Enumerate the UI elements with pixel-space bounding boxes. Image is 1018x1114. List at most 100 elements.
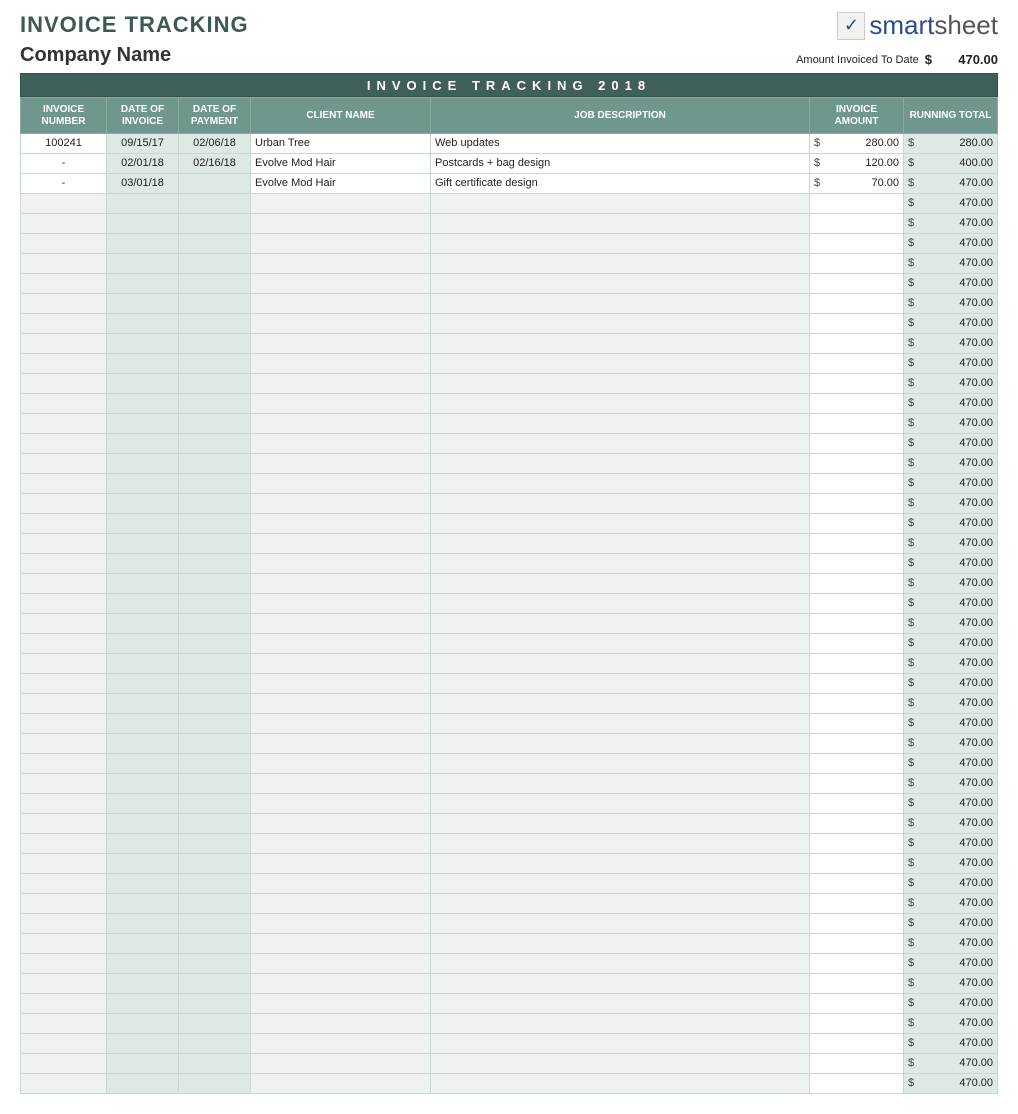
cell-invoice-amount[interactable] — [810, 274, 904, 294]
cell-invoice-number[interactable] — [21, 654, 107, 674]
cell-invoice-number[interactable] — [21, 494, 107, 514]
cell-date-payment[interactable] — [179, 1074, 251, 1094]
cell-invoice-amount[interactable] — [810, 1074, 904, 1094]
cell-invoice-number[interactable] — [21, 754, 107, 774]
cell-date-invoice[interactable] — [107, 474, 179, 494]
cell-date-invoice[interactable] — [107, 954, 179, 974]
cell-client-name[interactable] — [251, 774, 431, 794]
cell-client-name[interactable] — [251, 194, 431, 214]
cell-job-description[interactable] — [431, 594, 810, 614]
cell-date-payment[interactable] — [179, 894, 251, 914]
cell-invoice-number[interactable] — [21, 394, 107, 414]
cell-invoice-amount[interactable] — [810, 234, 904, 254]
cell-date-payment[interactable] — [179, 654, 251, 674]
cell-date-payment[interactable] — [179, 774, 251, 794]
cell-job-description[interactable] — [431, 854, 810, 874]
cell-date-payment[interactable] — [179, 574, 251, 594]
cell-date-payment[interactable] — [179, 434, 251, 454]
cell-date-payment[interactable] — [179, 294, 251, 314]
cell-invoice-amount[interactable] — [810, 854, 904, 874]
cell-invoice-amount[interactable] — [810, 834, 904, 854]
cell-date-invoice[interactable] — [107, 494, 179, 514]
cell-invoice-number[interactable] — [21, 974, 107, 994]
cell-job-description[interactable] — [431, 434, 810, 454]
cell-date-invoice[interactable] — [107, 674, 179, 694]
cell-invoice-amount[interactable]: $120.00 — [810, 154, 904, 174]
cell-job-description[interactable] — [431, 774, 810, 794]
cell-date-invoice[interactable] — [107, 514, 179, 534]
cell-date-payment[interactable] — [179, 954, 251, 974]
cell-invoice-number[interactable] — [21, 194, 107, 214]
cell-job-description[interactable] — [431, 534, 810, 554]
cell-client-name[interactable]: Evolve Mod Hair — [251, 154, 431, 174]
cell-job-description[interactable] — [431, 454, 810, 474]
cell-invoice-number[interactable] — [21, 354, 107, 374]
cell-invoice-number[interactable] — [21, 694, 107, 714]
cell-date-invoice[interactable] — [107, 634, 179, 654]
cell-job-description[interactable] — [431, 1054, 810, 1074]
cell-date-invoice[interactable] — [107, 254, 179, 274]
cell-client-name[interactable] — [251, 394, 431, 414]
cell-date-payment[interactable] — [179, 614, 251, 634]
cell-job-description[interactable] — [431, 734, 810, 754]
cell-client-name[interactable] — [251, 234, 431, 254]
cell-client-name[interactable] — [251, 634, 431, 654]
cell-date-invoice[interactable] — [107, 294, 179, 314]
cell-invoice-number[interactable] — [21, 414, 107, 434]
cell-client-name[interactable] — [251, 754, 431, 774]
cell-invoice-amount[interactable] — [810, 534, 904, 554]
cell-invoice-number[interactable] — [21, 534, 107, 554]
cell-client-name[interactable] — [251, 374, 431, 394]
cell-invoice-amount[interactable] — [810, 934, 904, 954]
cell-date-payment[interactable] — [179, 414, 251, 434]
cell-job-description[interactable] — [431, 474, 810, 494]
cell-invoice-number[interactable] — [21, 734, 107, 754]
cell-invoice-number[interactable] — [21, 834, 107, 854]
cell-invoice-amount[interactable] — [810, 654, 904, 674]
cell-invoice-amount[interactable] — [810, 1014, 904, 1034]
cell-invoice-amount[interactable] — [810, 974, 904, 994]
cell-date-payment[interactable] — [179, 354, 251, 374]
cell-invoice-number[interactable] — [21, 614, 107, 634]
cell-invoice-amount[interactable] — [810, 294, 904, 314]
cell-invoice-number[interactable] — [21, 274, 107, 294]
cell-invoice-number[interactable] — [21, 994, 107, 1014]
cell-client-name[interactable] — [251, 934, 431, 954]
cell-date-payment[interactable] — [179, 934, 251, 954]
cell-invoice-amount[interactable] — [810, 454, 904, 474]
cell-job-description[interactable] — [431, 974, 810, 994]
cell-date-invoice[interactable] — [107, 434, 179, 454]
cell-job-description[interactable]: Postcards + bag design — [431, 154, 810, 174]
cell-job-description[interactable] — [431, 254, 810, 274]
cell-client-name[interactable] — [251, 1014, 431, 1034]
cell-invoice-amount[interactable] — [810, 574, 904, 594]
cell-job-description[interactable] — [431, 654, 810, 674]
cell-client-name[interactable] — [251, 814, 431, 834]
cell-job-description[interactable] — [431, 1074, 810, 1094]
cell-client-name[interactable] — [251, 654, 431, 674]
cell-date-payment[interactable]: 02/16/18 — [179, 154, 251, 174]
cell-invoice-amount[interactable] — [810, 194, 904, 214]
cell-client-name[interactable] — [251, 954, 431, 974]
cell-invoice-amount[interactable] — [810, 1034, 904, 1054]
cell-client-name[interactable] — [251, 594, 431, 614]
cell-invoice-amount[interactable] — [810, 514, 904, 534]
cell-date-payment[interactable] — [179, 974, 251, 994]
cell-date-invoice[interactable] — [107, 1054, 179, 1074]
cell-date-invoice[interactable]: 03/01/18 — [107, 174, 179, 194]
cell-invoice-number[interactable] — [21, 674, 107, 694]
cell-invoice-amount[interactable] — [810, 894, 904, 914]
cell-invoice-amount[interactable] — [810, 314, 904, 334]
cell-invoice-amount[interactable] — [810, 394, 904, 414]
cell-date-payment[interactable] — [179, 714, 251, 734]
cell-date-invoice[interactable] — [107, 554, 179, 574]
cell-invoice-number[interactable] — [21, 554, 107, 574]
cell-date-invoice[interactable] — [107, 594, 179, 614]
cell-date-invoice[interactable] — [107, 974, 179, 994]
cell-job-description[interactable] — [431, 614, 810, 634]
cell-job-description[interactable]: Web updates — [431, 134, 810, 154]
cell-date-payment[interactable] — [179, 814, 251, 834]
cell-invoice-number[interactable] — [21, 894, 107, 914]
cell-invoice-number[interactable] — [21, 574, 107, 594]
cell-client-name[interactable] — [251, 1054, 431, 1074]
